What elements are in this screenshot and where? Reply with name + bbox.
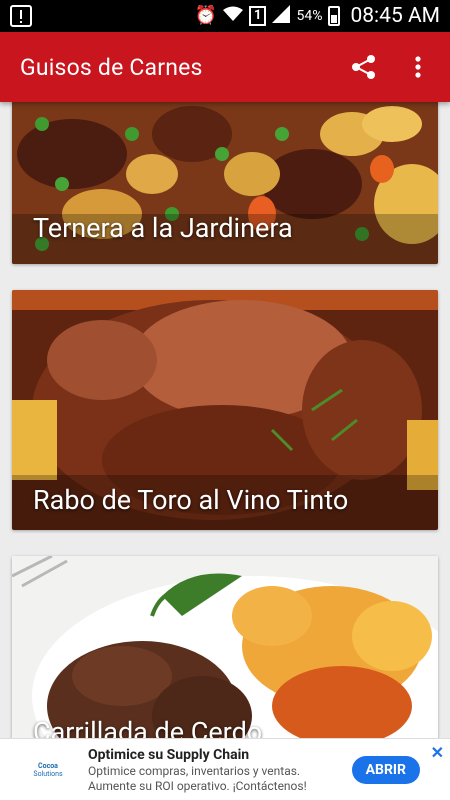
alarm-clock-icon: ⏰: [194, 5, 217, 26]
ad-open-button[interactable]: ABRIR: [351, 755, 420, 784]
recipe-card[interactable]: Carrillada de Cerdo: [12, 556, 438, 738]
app-bar: Guisos de Carnes: [0, 32, 450, 102]
recipe-title: Carrillada de Cerdo: [33, 716, 263, 738]
overflow-menu-icon: [415, 56, 421, 78]
recipe-list[interactable]: Ternera a la Jardinera Rabo de Toro al V…: [0, 102, 450, 738]
ad-close-icon[interactable]: ✕: [431, 743, 444, 762]
status-bar: ⏰ 1 54% 08:45 AM: [0, 0, 450, 32]
clock-time: 08:45 AM: [350, 4, 440, 28]
recipe-image: [12, 556, 438, 738]
share-button[interactable]: [350, 53, 378, 81]
recipe-title: Ternera a la Jardinera: [33, 212, 293, 244]
ad-headline: Optimice su Supply Chain: [88, 746, 250, 763]
overflow-menu-button[interactable]: [404, 53, 432, 81]
share-icon: [352, 55, 375, 79]
ad-banner[interactable]: Cocoa Solutions Optimice su Supply Chain…: [0, 738, 450, 800]
notification-alert-icon: [10, 5, 32, 27]
advertiser-logo: Cocoa Solutions: [33, 761, 63, 778]
ad-body-line2: Aumente su ROI operativo. ¡Contáctenos!: [88, 778, 307, 793]
signal-icon: [272, 5, 291, 27]
ad-body-line1: Optimice compras, inventarios y ventas.: [88, 763, 301, 778]
battery-percent: 54%: [296, 8, 323, 24]
app-title: Guisos de Carnes: [20, 53, 203, 81]
recipe-card[interactable]: Ternera a la Jardinera: [12, 102, 438, 264]
recipe-card[interactable]: Rabo de Toro al Vino Tinto: [12, 290, 438, 530]
recipe-title: Rabo de Toro al Vino Tinto: [33, 484, 349, 516]
wifi-icon: [222, 6, 243, 26]
sim-indicator: 1: [248, 6, 267, 26]
battery-icon: [328, 6, 341, 26]
